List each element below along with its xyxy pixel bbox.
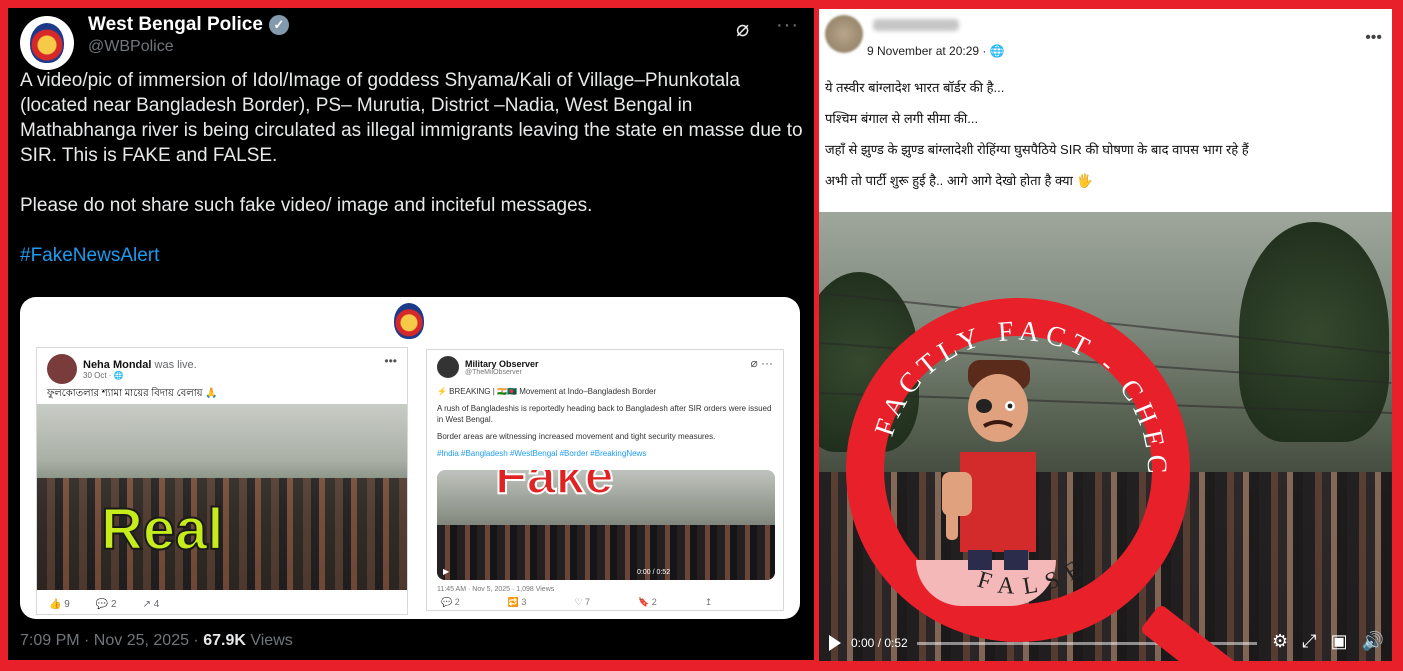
police-logo-icon	[394, 303, 424, 339]
play-icon: ▶	[443, 567, 450, 576]
tweet-panel: West Bengal Police ✓ @WBPolice ⌀ ··· A v…	[8, 8, 814, 660]
views-label: Views	[245, 632, 293, 649]
card-video-time: 0:00 / 0:52	[637, 569, 671, 576]
card-author: Neha Mondal was live.	[83, 358, 197, 371]
seal-false-text: FALSE	[974, 551, 1094, 600]
tweet-footer: 7:09 PM · Nov 25, 2025 · 67.9K Views	[20, 632, 293, 650]
tweet-author-name: West Bengal Police	[88, 14, 263, 35]
real-stamp: Real	[100, 496, 225, 563]
real-post-card: Neha Mondal was live. 30 Oct · 🌐 ••• ফুল…	[36, 347, 408, 615]
avatar[interactable]	[825, 15, 863, 53]
card-text: ⚡ BREAKING | 🇮🇳🇧🇩 Movement at Indo–Bangl…	[437, 387, 772, 458]
more-options-icon[interactable]: •••	[1365, 29, 1382, 47]
volume-icon[interactable]: 🔊	[1362, 631, 1384, 652]
card-meta: 11:45 AM · Nov 5, 2025 · 1,098 Views	[437, 586, 555, 593]
views-count: 67.9K	[203, 632, 246, 649]
fullscreen-icon[interactable]: ⤢	[1302, 631, 1316, 652]
blurred-author-name[interactable]	[873, 19, 959, 31]
tweet-handle[interactable]: @WBPolice	[88, 38, 174, 56]
tweet-body: A video/pic of immersion of Idol/Image o…	[20, 68, 810, 293]
card-reactions: 👍 9 💬 2 ↗ 4	[49, 599, 160, 610]
card-more-icon: •••	[384, 354, 397, 368]
card-author: Military Observer	[465, 358, 539, 369]
grok-icon[interactable]: ⌀	[736, 16, 749, 42]
post-text: ये तस्वीर बांग्लादेश भारत बॉर्डर की है..…	[825, 80, 1249, 188]
pip-icon[interactable]: ▣	[1331, 631, 1348, 652]
card-date: 30 Oct · 🌐	[83, 370, 124, 380]
fake-photo: Fake ▶ 0:00 / 0:52	[437, 470, 775, 580]
card-video-bar: ▶	[443, 567, 449, 576]
avatar	[47, 354, 77, 384]
tweet-timestamp[interactable]: 7:09 PM · Nov 25, 2025 ·	[20, 632, 203, 649]
card-more-icon: ⌀ ···	[750, 356, 773, 370]
card-actions: 💬 2 🔁 3 ♡ 7 🔖 2 ↥	[441, 597, 713, 607]
tweet-paragraph-1: A video/pic of immersion of Idol/Image o…	[20, 70, 803, 166]
fake-stamp: Fake	[494, 470, 615, 506]
globe-icon: 🌐	[113, 370, 124, 380]
real-photo: Real	[37, 404, 407, 590]
seal-text: FACTLY FACT - CHECK FALSE	[846, 298, 1172, 600]
police-badge-icon	[30, 23, 64, 63]
hashtag-link[interactable]: #FakeNewsAlert	[20, 245, 159, 266]
tweet-author[interactable]: West Bengal Police ✓	[88, 14, 289, 36]
avatar	[437, 356, 459, 378]
card-handle: @TheMilObserver	[465, 368, 522, 376]
post-time[interactable]: 9 November at 20:29 · 🌐	[867, 44, 1005, 58]
card-caption: ফুলকোতলার শ্যামা মায়ের বিদায় বেলায় 🙏	[47, 388, 218, 399]
fake-post-card: Military Observer @TheMilObserver ⌀ ··· …	[426, 349, 784, 611]
seal-top-text: FACTLY FACT - CHECK	[846, 298, 1172, 480]
tweet-media[interactable]: Neha Mondal was live. 30 Oct · 🌐 ••• ফুল…	[20, 297, 800, 619]
tweet-paragraph-2: Please do not share such fake video/ ima…	[20, 195, 593, 216]
verified-badge-icon: ✓	[268, 15, 289, 35]
crowd-image	[437, 525, 775, 580]
wb-police-avatar[interactable]	[20, 16, 74, 70]
play-icon[interactable]	[829, 635, 841, 651]
gear-icon[interactable]: ⚙	[1272, 631, 1288, 652]
more-options-icon[interactable]: ···	[776, 14, 799, 37]
